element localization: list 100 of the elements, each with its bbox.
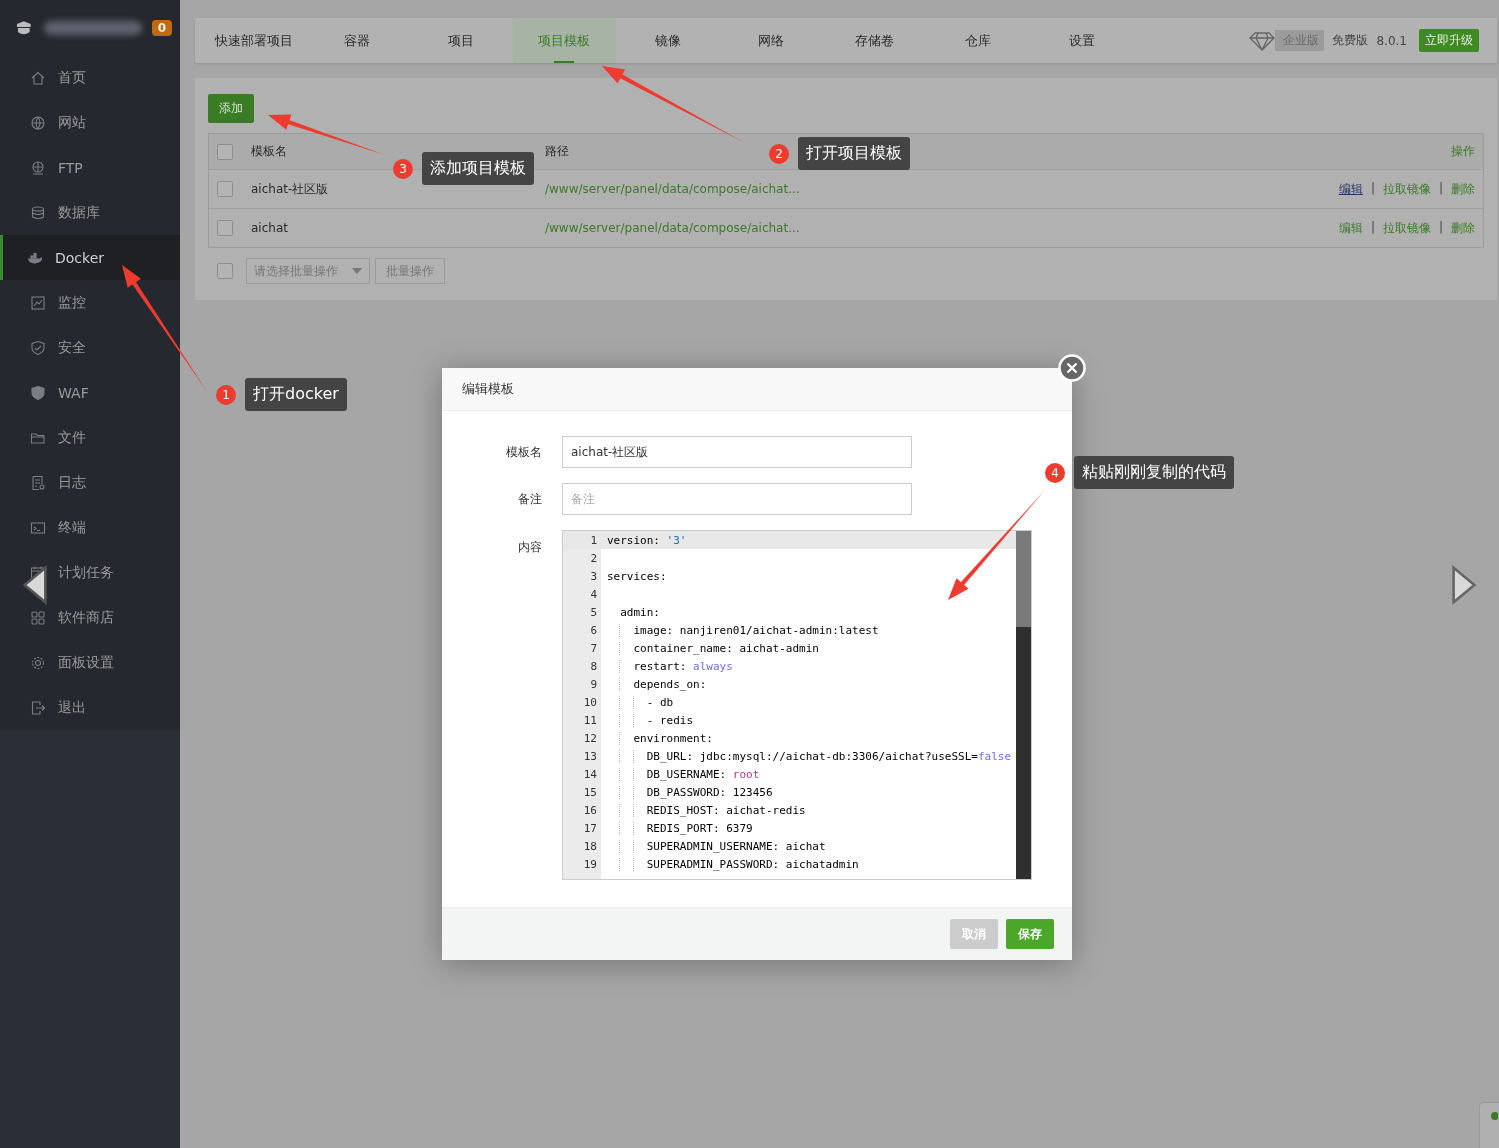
close-icon[interactable] bbox=[1058, 354, 1086, 382]
input-field[interactable]: aichat-社区版 bbox=[562, 436, 912, 468]
tab[interactable]: 设置 bbox=[1030, 18, 1134, 63]
code-line: DB_URL: jdbc:mysql://aichat-db:3306/aichat?useSSL=false bbox=[601, 749, 1011, 763]
shield-icon bbox=[30, 384, 46, 401]
line-number: 17 bbox=[582, 821, 598, 835]
code-line: version: '3' bbox=[606, 533, 687, 547]
tab[interactable]: 存储卷 bbox=[823, 18, 927, 63]
tab[interactable]: 快速部署项目 bbox=[202, 18, 306, 63]
sidebar-item[interactable]: 退出 bbox=[0, 685, 180, 730]
next-arrow-icon[interactable] bbox=[1451, 563, 1477, 607]
sidebar-item[interactable]: 软件商店 bbox=[0, 595, 180, 640]
line-number: 5 bbox=[589, 605, 598, 619]
line-number: 7 bbox=[589, 641, 598, 655]
line-number: 18 bbox=[582, 839, 598, 853]
sidebar-item[interactable]: 文件 bbox=[0, 415, 180, 460]
upgrade-button[interactable]: 立即升级 bbox=[1419, 29, 1479, 52]
plan-label: 免费版 bbox=[1332, 32, 1369, 49]
settings-icon bbox=[30, 654, 46, 671]
tab[interactable]: 镜像 bbox=[616, 18, 720, 63]
callout-label: 粘贴刚刚复制的代码 bbox=[1074, 456, 1234, 489]
caret-icon bbox=[352, 268, 362, 274]
grid-icon bbox=[30, 609, 46, 626]
dialog-title: 编辑模板 bbox=[462, 380, 514, 398]
database-icon bbox=[30, 204, 46, 221]
table-cell-text: aichat-社区版 bbox=[250, 180, 330, 198]
column-header: 模板名 bbox=[250, 143, 288, 160]
code-line: services: bbox=[606, 569, 667, 583]
code-line: SUPERADMIN_PASSWORD: aichatadmin bbox=[601, 857, 859, 871]
separator: | bbox=[1438, 180, 1443, 197]
checkbox[interactable] bbox=[217, 220, 233, 236]
separator: | bbox=[1438, 219, 1443, 236]
code-line: environment: bbox=[601, 731, 713, 745]
sidebar-item[interactable]: FTP bbox=[0, 145, 180, 190]
sidebar-item[interactable]: 监控 bbox=[0, 280, 180, 325]
code-line: DB_PASSWORD: 123456 bbox=[601, 785, 773, 799]
code-line: REDIS_PORT: 6379 bbox=[601, 821, 753, 835]
checkbox[interactable] bbox=[217, 181, 233, 197]
line-number: 2 bbox=[589, 551, 598, 565]
line-number: 12 bbox=[582, 731, 598, 745]
field-label: 模板名 bbox=[505, 443, 543, 461]
sidebar-item[interactable]: 计划任务 bbox=[0, 550, 180, 595]
step-number-badge: 1 bbox=[216, 384, 236, 405]
sidebar-item[interactable]: 数据库 bbox=[0, 190, 180, 235]
code-line: restart: always bbox=[601, 659, 733, 673]
sidebar-item[interactable]: 日志 bbox=[0, 460, 180, 505]
code-line: - redis bbox=[601, 713, 694, 727]
previous-arrow-icon[interactable] bbox=[22, 563, 48, 607]
save-button[interactable]: 保存 bbox=[1006, 919, 1054, 949]
code-line: DB_USERNAME: root bbox=[601, 767, 760, 781]
code-line: container_name: aichat-admin bbox=[601, 641, 819, 655]
checkbox[interactable] bbox=[217, 143, 233, 160]
code-editor[interactable] bbox=[562, 530, 1032, 880]
diamond-icon bbox=[1249, 30, 1276, 51]
code-line: REDIS_HOST: aichat-redis bbox=[601, 803, 806, 817]
sidebar-item[interactable]: 网站 bbox=[0, 100, 180, 145]
sidebar-item[interactable]: Docker bbox=[0, 235, 180, 280]
line-number: 9 bbox=[589, 677, 598, 691]
tab[interactable]: 容器 bbox=[305, 18, 409, 63]
version-label: 8.0.1 bbox=[1376, 33, 1407, 48]
tab[interactable]: 网络 bbox=[719, 18, 823, 63]
chart-icon bbox=[30, 294, 46, 311]
separator: | bbox=[1370, 219, 1375, 236]
line-number: 6 bbox=[589, 623, 598, 637]
add-button[interactable]: 添加 bbox=[208, 94, 254, 123]
notification-badge[interactable]: 0 bbox=[151, 19, 172, 36]
sidebar-item[interactable]: 首页 bbox=[0, 55, 180, 100]
sidebar-item[interactable]: 安全 bbox=[0, 325, 180, 370]
code-line: - db bbox=[601, 695, 674, 709]
terminal-icon bbox=[30, 519, 46, 536]
line-number: 13 bbox=[582, 749, 598, 763]
home-icon bbox=[30, 69, 46, 86]
line-number: 4 bbox=[589, 587, 598, 601]
sidebar-item[interactable]: 终端 bbox=[0, 505, 180, 550]
tab[interactable]: 仓库 bbox=[926, 18, 1030, 63]
column-header: 操作 bbox=[1451, 143, 1475, 160]
globe-icon bbox=[30, 114, 46, 131]
code-line: SUPERADMIN_USERNAME: aichat bbox=[601, 839, 826, 853]
input-field[interactable]: 备注 bbox=[562, 483, 912, 515]
code-line: admin: bbox=[619, 605, 660, 619]
line-number: 15 bbox=[582, 785, 598, 799]
sidebar-item[interactable]: 面板设置 bbox=[0, 640, 180, 685]
callout-label: 打开docker bbox=[245, 378, 347, 411]
line-number: 19 bbox=[582, 857, 598, 871]
document-icon bbox=[30, 474, 46, 491]
scrollbar[interactable] bbox=[1016, 531, 1031, 879]
action-link[interactable]: 编辑 bbox=[1338, 180, 1363, 198]
callout-label: 添加项目模板 bbox=[422, 152, 534, 185]
line-number: 11 bbox=[582, 713, 598, 727]
tab[interactable]: 项目 bbox=[409, 18, 513, 63]
sidebar-item[interactable]: WAF bbox=[0, 370, 180, 415]
code-line: depends_on: bbox=[601, 677, 707, 691]
line-number: 1 bbox=[589, 533, 598, 547]
globe-icon bbox=[30, 159, 46, 176]
column-header: 路径 bbox=[545, 143, 569, 160]
table-cell-text: aichat bbox=[250, 221, 289, 235]
line-number: 16 bbox=[582, 803, 598, 817]
line-number: 3 bbox=[589, 569, 598, 583]
line-number: 10 bbox=[582, 695, 598, 709]
checkbox[interactable] bbox=[217, 263, 233, 279]
